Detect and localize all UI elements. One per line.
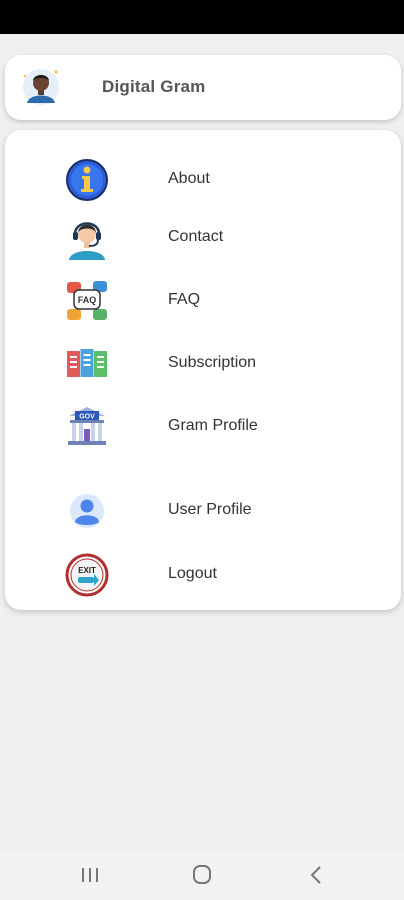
menu-item-label: FAQ (168, 291, 201, 308)
app-title: Digital Gram (102, 77, 206, 96)
home-icon[interactable] (182, 862, 222, 888)
menu-item-faq[interactable]: FAQ FAQ (5, 273, 401, 329)
menu-item-contact[interactable]: Contact (5, 210, 401, 266)
info-icon (66, 159, 108, 201)
menu-item-label: Subscription (168, 354, 257, 371)
person-icon (70, 494, 104, 528)
recents-icon[interactable] (70, 862, 110, 888)
exit-icon: EXIT (65, 553, 109, 597)
faq-icon: FAQ (67, 281, 107, 320)
app-header: Digital Gram (5, 55, 401, 120)
menu-card: About Contact FAQ FAQ Subscription GOV G… (5, 130, 401, 610)
status-bar (0, 0, 404, 34)
folders-icon (67, 349, 107, 377)
menu-item-user-profile[interactable]: User Profile (5, 483, 401, 539)
menu-item-label: Contact (168, 228, 224, 245)
svg-text:FAQ: FAQ (78, 295, 97, 305)
svg-text:EXIT: EXIT (78, 566, 96, 575)
system-nav-bar (0, 850, 404, 900)
gov-building-icon: GOV (68, 407, 106, 445)
menu-item-label: About (168, 170, 210, 187)
support-agent-icon (69, 222, 105, 260)
user-avatar-icon[interactable] (21, 67, 61, 107)
menu-item-logout[interactable]: EXIT Logout (5, 547, 401, 603)
menu-item-gram-profile[interactable]: GOV Gram Profile (5, 399, 401, 455)
back-icon[interactable] (296, 862, 336, 888)
menu-item-about[interactable]: About (5, 152, 401, 208)
menu-item-label: Logout (168, 565, 217, 582)
menu-item-label: Gram Profile (168, 417, 258, 434)
svg-text:GOV: GOV (79, 414, 95, 421)
menu-item-subscription[interactable]: Subscription (5, 336, 401, 392)
menu-item-label: User Profile (168, 501, 252, 518)
